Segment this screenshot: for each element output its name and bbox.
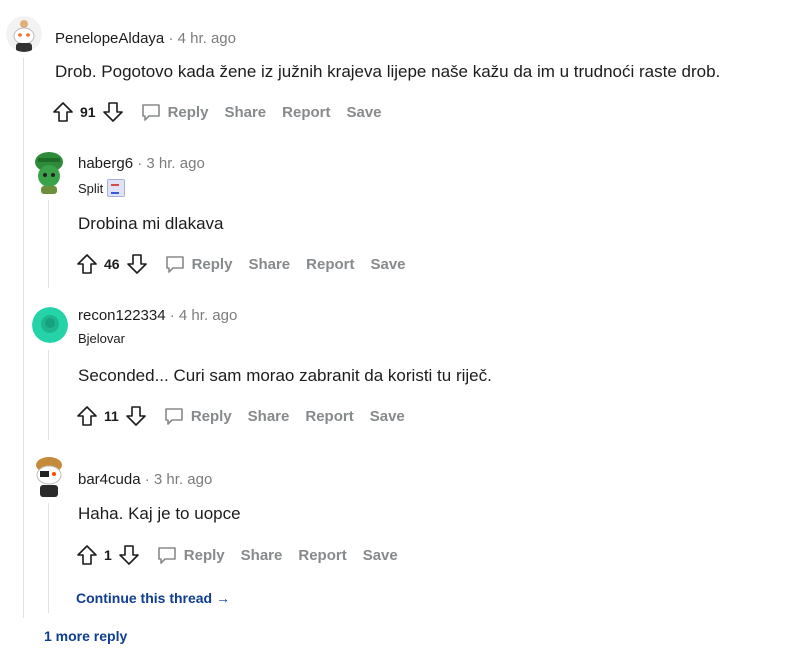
meta-separator: ·: [137, 155, 143, 172]
avatar[interactable]: [32, 307, 68, 343]
user-avatar-icon: [35, 152, 63, 194]
share-button[interactable]: Share: [241, 547, 283, 564]
share-button[interactable]: Share: [224, 104, 266, 121]
timestamp[interactable]: 3 hr. ago: [146, 155, 204, 172]
save-button[interactable]: Save: [370, 256, 405, 273]
arrow-down-icon[interactable]: [118, 544, 140, 566]
comment-body: Drobina mi dlakava: [78, 214, 224, 233]
comment-body: Seconded... Curi sam morao zabranit da k…: [78, 366, 492, 385]
username-link[interactable]: PenelopeAldaya: [55, 30, 164, 47]
more-replies-link[interactable]: 1 more reply: [44, 628, 127, 644]
user-avatar-icon: [6, 16, 42, 52]
vote-score: 46: [104, 256, 120, 272]
flair-emoji-icon: [107, 179, 126, 197]
comment-meta: haberg6 · 3 hr. ago: [78, 155, 205, 172]
username-link[interactable]: bar4cuda: [78, 471, 141, 488]
reply-label: Reply: [183, 546, 225, 564]
timestamp[interactable]: 3 hr. ago: [154, 471, 212, 488]
thread-line: [48, 503, 49, 613]
report-button[interactable]: Report: [282, 104, 330, 121]
speech-bubble-icon: [141, 104, 160, 121]
save-button[interactable]: Save: [363, 547, 398, 564]
thread-line: [48, 350, 49, 440]
user-avatar-icon: [36, 457, 62, 497]
reply-label: Reply: [191, 255, 233, 273]
comment-meta: PenelopeAldaya · 4 hr. ago: [55, 30, 236, 47]
reply-label: Reply: [167, 103, 209, 121]
timestamp[interactable]: 4 hr. ago: [179, 307, 237, 324]
comment-meta: bar4cuda · 3 hr. ago: [78, 471, 212, 488]
speech-bubble-icon: [157, 547, 176, 564]
speech-bubble-icon: [165, 408, 183, 425]
save-button[interactable]: Save: [346, 104, 381, 121]
comment-actions: 46 Reply Share Report Save: [76, 250, 406, 278]
flair-text: Split: [78, 180, 104, 196]
avatar[interactable]: [30, 148, 68, 194]
vote-score: 1: [104, 547, 112, 563]
arrow-down-icon[interactable]: [102, 101, 124, 123]
reply-button[interactable]: Reply: [156, 544, 225, 566]
continue-thread-link[interactable]: Continue this thread →: [76, 590, 230, 606]
user-flair: Split: [78, 179, 126, 197]
meta-separator: ·: [144, 471, 150, 488]
comment-body: Haha. Kaj je to uopce: [78, 504, 241, 523]
speech-bubble-icon: [165, 256, 184, 273]
report-button[interactable]: Report: [305, 408, 353, 425]
reply-button[interactable]: Reply: [140, 101, 209, 123]
vote-score: 91: [80, 104, 96, 120]
avatar[interactable]: [6, 16, 42, 52]
comment-actions: 91 Reply Share Report Save: [52, 98, 382, 126]
comment-actions: 1 Reply Share Report Save: [76, 541, 398, 569]
thread-line: [23, 58, 24, 618]
username-link[interactable]: recon122334: [78, 307, 166, 324]
flair-text: Bjelovar: [78, 331, 125, 346]
save-button[interactable]: Save: [370, 408, 405, 425]
reply-label: Reply: [190, 407, 232, 425]
reply-button[interactable]: Reply: [164, 253, 233, 275]
arrow-down-icon[interactable]: [126, 253, 148, 275]
user-flair: Bjelovar: [78, 331, 125, 346]
share-button[interactable]: Share: [248, 408, 290, 425]
timestamp[interactable]: 4 hr. ago: [178, 30, 236, 47]
report-button[interactable]: Report: [298, 547, 346, 564]
arrow-up-icon[interactable]: [76, 405, 98, 427]
share-button[interactable]: Share: [248, 256, 290, 273]
meta-separator: ·: [168, 30, 174, 47]
arrow-up-icon[interactable]: [76, 544, 98, 566]
report-button[interactable]: Report: [306, 256, 354, 273]
arrow-down-icon[interactable]: [125, 405, 147, 427]
comment-body: Drob. Pogotovo kada žene iz južnih kraje…: [55, 62, 721, 81]
arrow-up-icon[interactable]: [76, 253, 98, 275]
comment-actions: 11 Reply Share Report Save: [76, 402, 405, 430]
vote-score: 11: [104, 408, 119, 424]
username-link[interactable]: haberg6: [78, 155, 133, 172]
avatar[interactable]: [30, 455, 68, 497]
meta-separator: ·: [169, 307, 175, 324]
comment-meta: recon122334 · 4 hr. ago: [78, 307, 237, 324]
user-avatar-icon: [32, 307, 68, 343]
reply-button[interactable]: Reply: [163, 405, 232, 427]
arrow-up-icon[interactable]: [52, 101, 74, 123]
thread-line: [48, 200, 49, 288]
